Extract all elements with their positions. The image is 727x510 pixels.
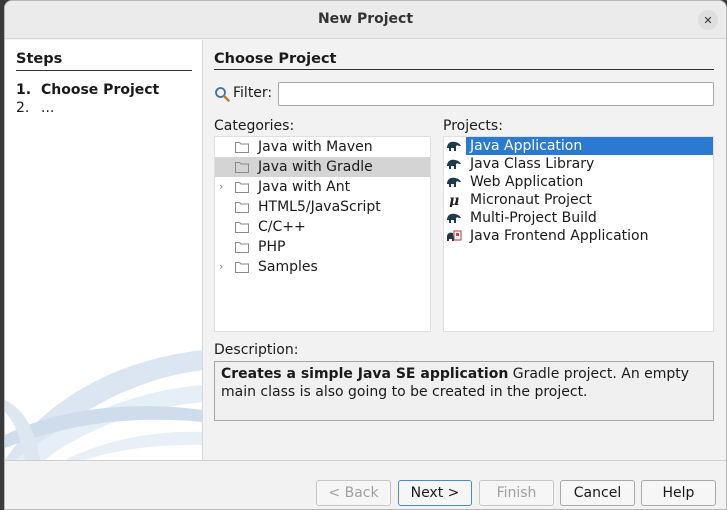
description-bold-text: Creates a simple Java SE application (221, 366, 509, 382)
project-item[interactable]: Multi-Project Build (444, 209, 713, 227)
project-label: Web Application (470, 174, 584, 190)
step-number: 2. (16, 100, 30, 116)
search-icon (215, 87, 230, 102)
section-title: Choose Project (214, 51, 714, 70)
project-item[interactable]: Web Application (444, 173, 713, 191)
projects-label: Projects: (443, 118, 503, 134)
project-item[interactable]: μ Micronaut Project (444, 191, 713, 209)
chevron-right-icon[interactable]: › (219, 177, 223, 197)
steps-panel: Steps 1. Choose Project 2.... (5, 40, 203, 460)
category-item[interactable]: Java with Maven (215, 137, 430, 157)
category-item[interactable]: Java with Gradle (215, 157, 430, 177)
folder-icon (235, 182, 249, 193)
choose-project-panel: Choose Project Filter: Categories: Proje… (203, 40, 726, 460)
step-label: ... (41, 100, 55, 116)
categories-list[interactable]: Java with Maven Java with Gradle › Java … (214, 136, 431, 332)
project-label: Java Frontend Application (470, 228, 649, 244)
project-label: Java Class Library (470, 156, 595, 172)
chevron-right-icon[interactable]: › (219, 257, 223, 277)
finish-button[interactable]: Finish (479, 480, 554, 506)
steps-title: Steps (16, 51, 192, 71)
categories-label: Categories: (214, 118, 295, 134)
category-item[interactable]: › Java with Ant (215, 177, 430, 197)
button-bar-divider (5, 460, 726, 461)
frontend-app-icon (447, 230, 462, 241)
micronaut-mu-icon: μ (449, 193, 459, 207)
project-label: Multi-Project Build (470, 210, 597, 226)
decorative-swoosh-art (5, 350, 202, 460)
category-label: PHP (258, 239, 286, 255)
close-icon: ✕ (703, 13, 713, 27)
description-label: Description: (214, 342, 299, 358)
dialog-title: New Project (317, 11, 414, 27)
new-project-dialog: New Project ✕ Steps 1. Choose Project 2..… (4, 0, 727, 510)
help-button[interactable]: Help (641, 480, 716, 506)
step-label: Choose Project (41, 82, 160, 98)
gradle-elephant-icon (447, 159, 461, 169)
filter-row: Filter: (214, 82, 714, 106)
folder-icon (235, 162, 249, 173)
category-label: C/C++ (258, 219, 306, 235)
project-label: Micronaut Project (470, 192, 592, 208)
category-label: Java with Gradle (258, 159, 373, 175)
project-item[interactable]: Java Frontend Application (444, 227, 713, 245)
title-bar: New Project ✕ (5, 1, 726, 39)
project-item[interactable]: Java Class Library (444, 155, 713, 173)
step-number: 1. (16, 82, 32, 98)
project-item[interactable]: Java Application (444, 137, 713, 155)
category-label: Samples (258, 259, 318, 275)
category-item[interactable]: C/C++ (215, 217, 430, 237)
folder-icon (235, 202, 249, 213)
category-label: Java with Ant (258, 179, 351, 195)
gradle-elephant-icon (447, 213, 461, 223)
filter-input[interactable] (278, 82, 714, 106)
close-button[interactable]: ✕ (698, 10, 718, 30)
step-item: 1. Choose Project (16, 82, 159, 98)
folder-icon (235, 262, 249, 273)
projects-list[interactable]: Java Application Java Class Library Web … (443, 136, 714, 332)
folder-icon (235, 222, 249, 233)
gradle-elephant-icon (447, 141, 461, 151)
category-item[interactable]: PHP (215, 237, 430, 257)
folder-icon (235, 242, 249, 253)
cancel-button[interactable]: Cancel (560, 480, 635, 506)
filter-label: Filter: (233, 85, 273, 101)
category-label: HTML5/JavaScript (258, 199, 381, 215)
folder-icon (235, 142, 249, 153)
back-button[interactable]: < Back (316, 480, 391, 506)
category-label: Java with Maven (258, 139, 373, 155)
description-box: Creates a simple Java SE application Gra… (214, 361, 714, 421)
project-label: Java Application (470, 138, 583, 154)
gradle-elephant-icon (447, 177, 461, 187)
next-button[interactable]: Next > (398, 480, 472, 506)
category-item[interactable]: › Samples (215, 257, 430, 277)
category-item[interactable]: HTML5/JavaScript (215, 197, 430, 217)
svg-text:μ: μ (449, 193, 459, 207)
step-item: 2.... (16, 100, 54, 116)
